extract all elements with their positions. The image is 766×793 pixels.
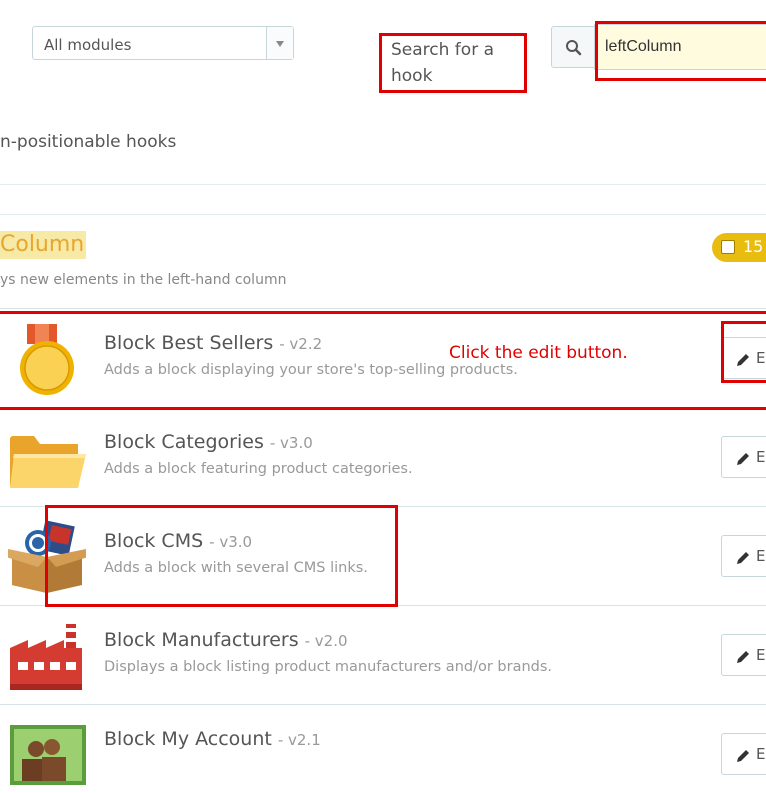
folder-icon (10, 436, 86, 488)
edit-button-label: E (756, 547, 766, 565)
search-button[interactable] (551, 26, 595, 68)
module-name: Block Best Sellers - v2.2 (104, 332, 323, 354)
search-hook-input[interactable] (594, 24, 766, 70)
select-hook-checkbox[interactable] (721, 240, 735, 254)
module-description: Displays a block listing product manufac… (104, 659, 553, 675)
pencil-icon (737, 453, 749, 465)
module-name: Block CMS - v3.0 (104, 530, 253, 552)
pencil-icon (737, 354, 749, 366)
pencil-icon (737, 552, 749, 564)
module-description: Adds a block featuring product categorie… (104, 461, 413, 477)
module-name: Block Manufacturers - v2.0 (104, 629, 348, 651)
pencil-icon (737, 651, 749, 663)
module-version: - v2.2 (279, 335, 323, 353)
edit-button[interactable]: E (721, 535, 766, 577)
divider (0, 214, 766, 215)
edit-button-label: E (756, 745, 766, 763)
edit-button[interactable]: E (721, 436, 766, 478)
edit-button[interactable]: E (721, 337, 766, 379)
select-arrow-box[interactable] (266, 27, 293, 59)
hook-title: Column (0, 231, 87, 259)
edit-button-label: E (756, 349, 766, 367)
module-row-manufacturers: Block Manufacturers - v2.0 Displays a blo… (0, 605, 766, 704)
account-icon (10, 725, 86, 785)
hook-count-badge[interactable]: 15 (712, 233, 766, 262)
module-row-categories: Block Categories - v3.0 Adds a block feat… (0, 407, 766, 506)
edit-button-label: E (756, 448, 766, 466)
module-description: Adds a block with several CMS links. (104, 560, 368, 576)
module-filter-value: All modules (44, 36, 132, 54)
hook-count: 15 (743, 237, 764, 256)
cms-box-icon (8, 520, 86, 593)
search-icon (566, 40, 582, 56)
medal-icon (20, 324, 74, 395)
module-description: Adds a block displaying your store's top… (104, 362, 518, 378)
chevron-down-icon (276, 41, 284, 47)
edit-button-label: E (756, 646, 766, 664)
pencil-icon (737, 750, 749, 762)
factory-icon (10, 624, 82, 690)
annotation-text: Click the edit button. (449, 343, 628, 363)
module-row-my-account: Block My Account - v2.1 E (0, 704, 766, 785)
divider (0, 184, 766, 185)
non-positionable-hooks-label: n-positionable hooks (0, 132, 177, 152)
module-row-cms: Block CMS - v3.0 Adds a block with severa… (0, 506, 766, 605)
module-version: - v2.0 (304, 632, 348, 650)
module-version: - v2.1 (277, 731, 321, 749)
module-name: Block My Account - v2.1 (104, 728, 321, 750)
module-version: - v3.0 (209, 533, 253, 551)
module-version: - v3.0 (269, 434, 313, 452)
hook-description: ys new elements in the left-hand column (0, 272, 287, 288)
edit-button[interactable]: E (721, 634, 766, 676)
module-name: Block Categories - v3.0 (104, 431, 313, 453)
edit-button[interactable]: E (721, 733, 766, 775)
search-hook-label: Search for a hook (391, 40, 495, 86)
module-filter-select[interactable]: All modules (32, 26, 294, 60)
module-row-best-sellers: Block Best Sellers - v2.2 Adds a block di… (0, 308, 766, 407)
